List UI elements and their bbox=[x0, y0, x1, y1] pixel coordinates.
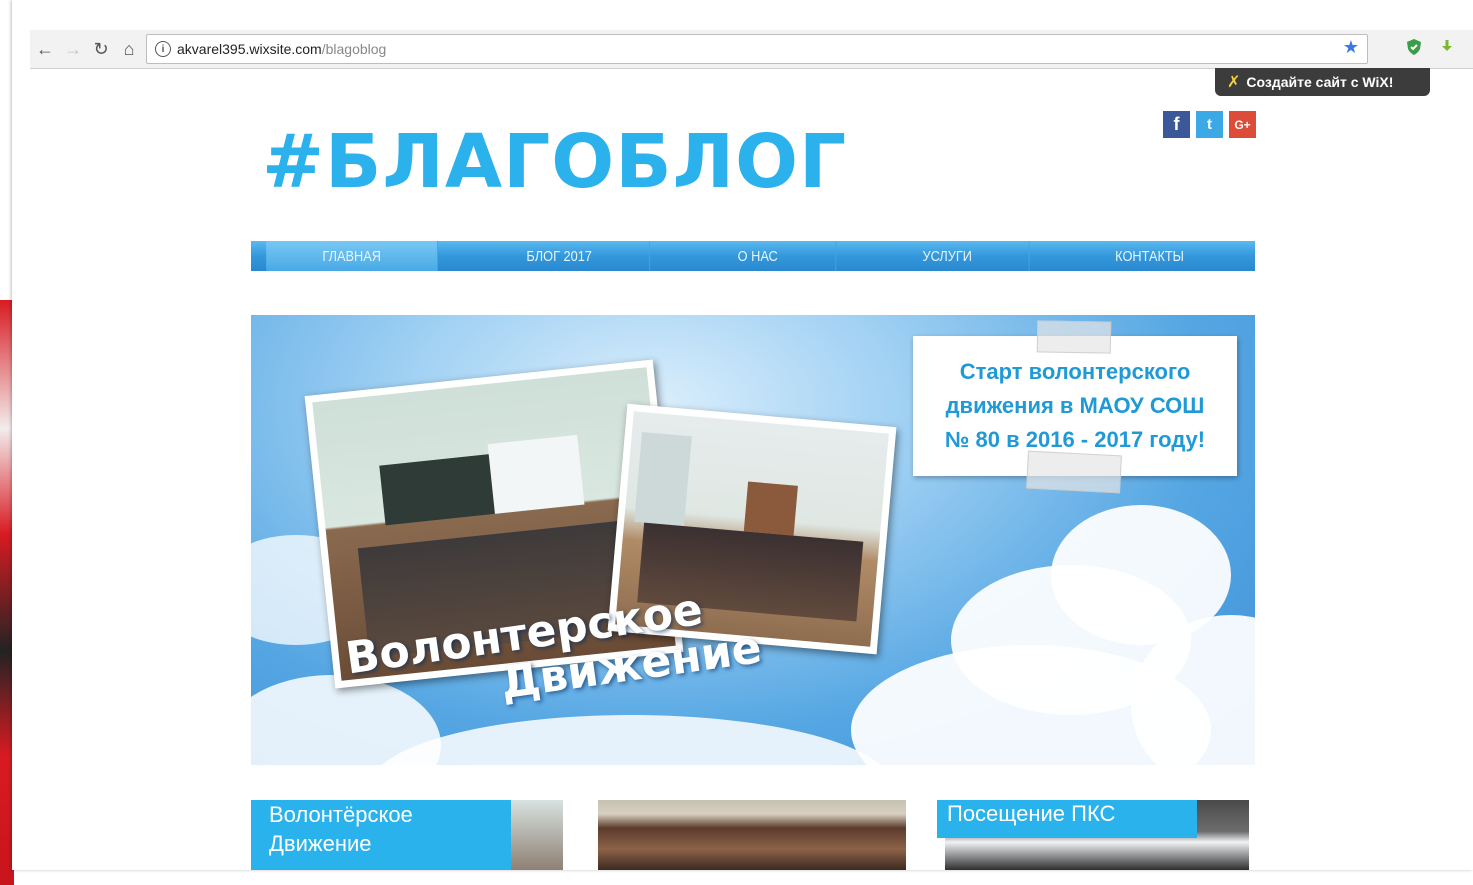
menu-label: БЛОГ 2017 bbox=[526, 247, 593, 265]
download-extension-icon[interactable] bbox=[1440, 38, 1454, 59]
browser-window: ← → ↻ ⌂ i akvarel395.wixsite.com/blagobl… bbox=[12, 0, 1473, 870]
google-plus-icon[interactable]: G+ bbox=[1229, 111, 1256, 138]
menu-label: УСЛУГИ bbox=[922, 247, 972, 265]
back-icon[interactable]: ← bbox=[32, 36, 58, 62]
post-card-2[interactable] bbox=[598, 800, 906, 870]
url-path: /blagoblog bbox=[321, 41, 387, 57]
wix-banner-text: Создайте сайт с WiX! bbox=[1246, 74, 1394, 90]
facebook-icon[interactable]: f bbox=[1163, 111, 1190, 138]
projector-screen bbox=[487, 434, 585, 514]
cloud bbox=[371, 715, 891, 765]
wix-create-site-banner[interactable]: ✗ Создайте сайт с WiX! bbox=[1215, 68, 1430, 96]
hero-banner[interactable]: Старт волонтерского движения в МАОУ СОШ … bbox=[251, 315, 1255, 765]
menu-item-services[interactable]: УСЛУГИ bbox=[865, 241, 1030, 271]
door bbox=[634, 432, 692, 527]
shield-extension-icon[interactable] bbox=[1405, 38, 1423, 61]
menu-item-about[interactable]: О НАС bbox=[680, 241, 837, 271]
home-icon[interactable]: ⌂ bbox=[116, 36, 142, 62]
url-text: akvarel395.wixsite.com/blagoblog bbox=[177, 41, 386, 57]
post-card-1[interactable]: Волонтёрское Движение bbox=[251, 800, 563, 870]
blackboard bbox=[379, 453, 505, 526]
post-card-3[interactable]: Посещение ПКС bbox=[937, 800, 1249, 870]
browser-toolbar: ← → ↻ ⌂ i akvarel395.wixsite.com/blagobl… bbox=[30, 30, 1473, 69]
menu-label: ГЛАВНАЯ bbox=[322, 247, 381, 265]
address-bar[interactable]: i akvarel395.wixsite.com/blagoblog ★ bbox=[146, 34, 1368, 64]
tape bbox=[1026, 450, 1122, 494]
url-host: akvarel395.wixsite.com bbox=[177, 41, 322, 57]
twitter-icon[interactable]: t bbox=[1196, 111, 1223, 138]
wix-x-icon: ✗ bbox=[1227, 74, 1241, 91]
facebook-glyph: f bbox=[1173, 114, 1180, 134]
menu-label: О НАС bbox=[737, 247, 779, 265]
card-label: Посещение ПКС bbox=[937, 800, 1197, 838]
forward-icon[interactable]: → bbox=[60, 36, 86, 62]
announcement-text: Старт волонтерского движения в МАОУ СОШ … bbox=[944, 359, 1206, 452]
card-label: Волонтёрское Движение bbox=[251, 800, 511, 870]
card-photo bbox=[598, 800, 906, 870]
google-plus-glyph: G+ bbox=[1234, 117, 1251, 132]
site-logo[interactable]: #БЛАГОБЛОГ bbox=[262, 118, 847, 206]
main-menu: ГЛАВНАЯ БЛОГ 2017 О НАС УСЛУГИ КОНТАКТЫ bbox=[251, 241, 1255, 271]
menu-item-blog[interactable]: БЛОГ 2017 bbox=[469, 241, 651, 271]
bookmark-star-icon[interactable]: ★ bbox=[1343, 37, 1359, 58]
menu-item-contacts[interactable]: КОНТАКТЫ bbox=[1060, 241, 1239, 271]
twitter-glyph: t bbox=[1207, 116, 1212, 133]
reload-icon[interactable]: ↻ bbox=[88, 36, 114, 62]
tape bbox=[1036, 320, 1112, 354]
menu-item-home[interactable]: ГЛАВНАЯ bbox=[266, 241, 439, 271]
info-icon[interactable]: i bbox=[155, 41, 171, 57]
bookshelf bbox=[743, 481, 798, 536]
menu-label: КОНТАКТЫ bbox=[1115, 247, 1184, 265]
